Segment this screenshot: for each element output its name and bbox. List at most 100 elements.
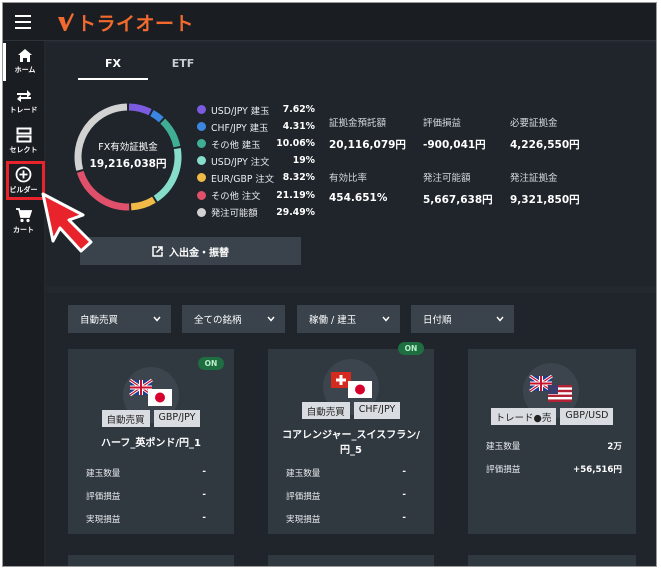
metric-row: 建玉数量 - xyxy=(86,467,206,490)
sidebar-item-label: ビルダー xyxy=(9,186,38,194)
legend-color-dot xyxy=(197,173,206,183)
donut-segment xyxy=(128,103,152,116)
tab-fx[interactable]: FX xyxy=(78,57,148,80)
sidebar-item-cart[interactable]: カート xyxy=(3,203,44,241)
card-metrics: 建玉数量 - 評価損益 - 実現損益 - xyxy=(86,467,206,536)
strategy-card[interactable]: ON 自動売買 CHF/JPY コアレンジャー_スイスフラン/円_5 建玉数量 … xyxy=(268,342,434,536)
fx-summary-panel: FX ETF FX有効証拠金 19,216,038円 USD/JPY 建玉 7.6… xyxy=(46,43,656,286)
sidebar-item-home[interactable]: ホーム xyxy=(3,43,44,81)
strategy-card-partial[interactable] xyxy=(268,555,434,566)
legend-percent: 4.31% xyxy=(282,121,315,133)
trade-arrows-icon xyxy=(15,83,33,103)
external-link-icon xyxy=(152,245,163,257)
tag-currency-pair: GBP/JPY xyxy=(153,410,201,427)
legend-percent: 7.62% xyxy=(282,104,315,116)
us-flag-icon xyxy=(548,385,572,402)
metric-value: - xyxy=(202,513,206,523)
metric-row: 評価損益 - xyxy=(286,490,406,513)
sidebar-item-trade[interactable]: トレード xyxy=(3,83,44,121)
filter-sort-order[interactable]: 日付順 xyxy=(411,305,514,333)
asset-tabs: FX ETF xyxy=(78,57,218,80)
legend-item: 発注可能額 29.49% xyxy=(197,204,315,221)
hamburger-menu-icon[interactable] xyxy=(15,15,31,29)
deposit-transfer-label: 入出金・振替 xyxy=(169,247,229,259)
logo-text: トライオート xyxy=(77,12,195,35)
tag-group: 自動売買 GBP/JPY xyxy=(68,410,234,427)
sidebar: ホーム トレード セレクト ビルダー カート xyxy=(3,41,44,566)
stat-label: 発注証拠金 xyxy=(510,173,558,184)
legend-label: その他 建玉 xyxy=(211,139,261,151)
legend-label: USD/JPY 建玉 xyxy=(211,105,270,117)
donut-segment xyxy=(130,196,156,211)
legend-percent: 21.19% xyxy=(276,189,315,201)
strategy-card[interactable]: ON 自動売買 GBP/JPY ハーフ_英ポンド/円_1 建玉数量 - 評価損益… xyxy=(68,349,234,534)
filter-symbol[interactable]: 全ての銘柄 xyxy=(182,305,285,333)
sidebar-item-builder[interactable]: ビルダー xyxy=(3,163,44,201)
legend-percent: 19% xyxy=(292,155,315,167)
tab-etf[interactable]: ETF xyxy=(148,57,218,80)
legend-color-dot xyxy=(197,122,206,132)
filter-trade-type[interactable]: 自動売買 xyxy=(68,305,171,333)
legend-color-dot xyxy=(197,207,206,217)
strategy-card[interactable]: トレード●売 GBP/USD 建玉数量 2万 評価損益 +56,516円 xyxy=(468,349,636,534)
logo-mark-icon xyxy=(58,13,74,31)
strategy-name: ハーフ_英ポンド/円_1 xyxy=(100,438,201,449)
legend-label: その他 注文 xyxy=(211,191,261,203)
legend-percent: 29.49% xyxy=(276,206,315,218)
card-metrics: 建玉数量 - 評価損益 - 実現損益 - xyxy=(286,467,406,536)
stat-value: 454.651% xyxy=(329,192,388,204)
sidebar-item-label: トレード xyxy=(9,106,38,114)
tag-trade-type: 自動売買 xyxy=(301,402,350,419)
sidebar-item-label: ホーム xyxy=(14,66,36,74)
sidebar-item-label: セレクト xyxy=(9,146,38,154)
legend-item: その他 注文 21.19% xyxy=(197,186,315,203)
legend-item: USD/JPY 建玉 7.62% xyxy=(197,101,315,118)
legend-percent: 8.32% xyxy=(282,172,315,184)
filter-label: 稼働 / 建玉 xyxy=(309,315,357,326)
sidebar-item-label: カート xyxy=(13,226,34,234)
legend-item: CHF/JPY 建玉 4.31% xyxy=(197,118,315,135)
japan-flag-icon xyxy=(148,389,172,406)
metric-row: 評価損益 - xyxy=(86,490,206,513)
legend-item: USD/JPY 注文 19% xyxy=(197,152,315,169)
tag-group: 自動売買 CHF/JPY xyxy=(268,402,434,419)
filter-label: 全ての銘柄 xyxy=(194,315,242,326)
filter-status[interactable]: 稼働 / 建玉 xyxy=(297,305,400,333)
stat-label: 評価損益 xyxy=(423,118,462,129)
stat-required-margin: 必要証拠金 4,226,550円 xyxy=(510,115,610,152)
metric-label: 評価損益 xyxy=(286,492,321,502)
legend-label: 発注可能額 xyxy=(211,208,258,220)
sidebar-item-select[interactable]: セレクト xyxy=(3,123,44,161)
chevron-down-icon xyxy=(496,316,504,322)
legend-color-dot xyxy=(197,156,206,166)
metric-row: 評価損益 +56,516円 xyxy=(486,463,622,486)
stat-value: 20,116,079円 xyxy=(329,139,406,151)
stat-value: 9,321,850円 xyxy=(510,194,580,206)
legend-color-dot xyxy=(197,190,206,200)
stat-label: 発注可能額 xyxy=(423,173,471,184)
legend-item: その他 建玉 10.06% xyxy=(197,135,315,152)
metric-value: - xyxy=(202,467,206,477)
metric-label: 実現損益 xyxy=(86,515,121,525)
stat-value: 5,667,638円 xyxy=(423,194,493,206)
tag-currency-pair: CHF/JPY xyxy=(353,402,401,419)
app-window: トライオート ホーム トレード セレクト ビルダー カート FX ETF FX有… xyxy=(2,2,657,567)
legend-label: USD/JPY 注文 xyxy=(211,156,270,168)
metric-value: +56,516円 xyxy=(573,465,622,475)
metric-label: 評価損益 xyxy=(486,465,521,475)
deposit-transfer-button[interactable]: 入出金・振替 xyxy=(80,237,301,265)
strategy-name: コアレンジャー_スイスフラン/円_5 xyxy=(282,430,420,456)
stat-value: -900,041円 xyxy=(423,139,486,151)
japan-flag-icon xyxy=(348,381,372,398)
chevron-down-icon xyxy=(382,316,390,322)
card-metrics: 建玉数量 2万 評価損益 +56,516円 xyxy=(486,440,622,486)
top-bar: トライオート xyxy=(3,3,656,41)
strategy-card-partial[interactable] xyxy=(68,555,234,566)
strategy-card-partial[interactable] xyxy=(468,555,636,566)
donut-segment xyxy=(150,110,164,123)
tag-group: トレード●売 GBP/USD xyxy=(468,408,636,425)
donut-legend: USD/JPY 建玉 7.62% CHF/JPY 建玉 4.31% その他 建玉 10.0… xyxy=(197,101,315,221)
stat-orderable-amount: 発注可能額 5,667,638円 xyxy=(423,170,523,207)
donut-center-value: 19,216,038円 xyxy=(89,158,167,170)
stat-label: 有効比率 xyxy=(329,173,368,184)
